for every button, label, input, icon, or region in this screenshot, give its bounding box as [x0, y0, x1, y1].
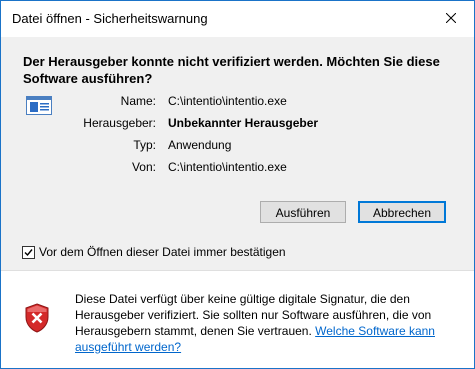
- from-label: Von:: [131, 160, 156, 174]
- security-shield-error-icon: [25, 303, 49, 333]
- window-title: Datei öffnen - Sicherheitswarnung: [12, 11, 208, 26]
- name-value: C:\intentio\intentio.exe: [168, 94, 287, 108]
- publisher-label: Herausgeber:: [83, 116, 156, 130]
- detail-row-publisher: Herausgeber: Unbekannter Herausgeber: [1, 116, 474, 134]
- type-label: Typ:: [133, 138, 156, 152]
- cancel-button[interactable]: Abbrechen: [358, 201, 446, 223]
- type-value: Anwendung: [168, 138, 232, 152]
- security-warning-dialog: Datei öffnen - Sicherheitswarnung Der He…: [0, 0, 475, 369]
- publisher-value: Unbekannter Herausgeber: [168, 116, 319, 130]
- checkbox-box[interactable]: [22, 245, 35, 259]
- checkmark-icon: [24, 248, 33, 256]
- detail-row-from: Von: C:\intentio\intentio.exe: [1, 160, 474, 178]
- from-value: C:\intentio\intentio.exe: [168, 160, 287, 174]
- always-confirm-checkbox[interactable]: Vor dem Öffnen dieser Datei immer bestät…: [22, 244, 286, 260]
- dialog-question: Der Herausgeber konnte nicht verifiziert…: [23, 54, 440, 86]
- detail-row-name: Name: C:\intentio\intentio.exe: [1, 94, 474, 112]
- title-bar: Datei öffnen - Sicherheitswarnung: [1, 1, 474, 37]
- detail-row-type: Typ: Anwendung: [1, 138, 474, 156]
- name-label: Name:: [120, 94, 156, 108]
- dialog-content: Der Herausgeber konnte nicht verifiziert…: [1, 37, 474, 270]
- checkbox-label: Vor dem Öffnen dieser Datei immer bestät…: [39, 245, 286, 259]
- warning-footer: Diese Datei verfügt über keine gültige d…: [1, 271, 474, 368]
- close-icon: [445, 10, 457, 28]
- close-button[interactable]: [428, 1, 474, 37]
- warning-message: Diese Datei verfügt über keine gültige d…: [75, 291, 435, 355]
- run-button[interactable]: Ausführen: [260, 201, 346, 223]
